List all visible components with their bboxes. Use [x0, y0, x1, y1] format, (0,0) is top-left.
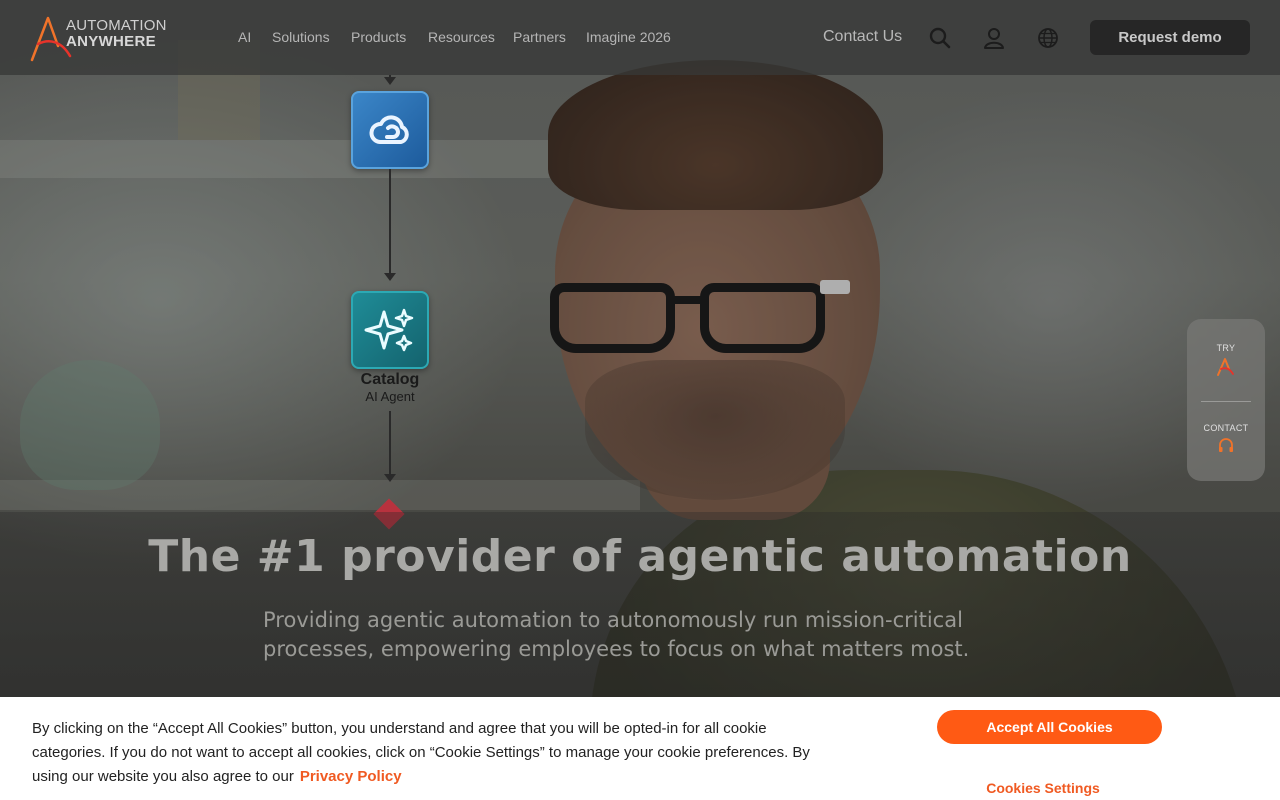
user-icon[interactable] — [982, 26, 1006, 50]
brand-name-line2: ANYWHERE — [66, 33, 156, 50]
flow-connector — [389, 169, 391, 275]
nav-item-products[interactable]: Products — [351, 29, 406, 45]
sparkles-icon — [364, 308, 414, 352]
globe-icon[interactable] — [1036, 26, 1060, 50]
contact-widget-button[interactable]: CONTACT — [1187, 423, 1265, 459]
try-label: TRY — [1216, 343, 1236, 353]
automation-anywhere-logo-icon — [1217, 358, 1234, 376]
cookie-banner: By clicking on the “Accept All Cookies” … — [0, 697, 1280, 800]
try-button[interactable]: TRY — [1187, 343, 1265, 381]
privacy-policy-link[interactable]: Privacy Policy — [300, 768, 402, 785]
cloud-icon — [369, 115, 409, 144]
cloud-node — [351, 91, 429, 169]
flow-connector — [389, 411, 391, 475]
cookies-settings-link[interactable]: Cookies Settings — [937, 780, 1149, 796]
nav-item-ai[interactable]: AI — [238, 29, 251, 45]
brand-logo[interactable]: AUTOMATION ANYWHERE — [28, 12, 168, 64]
cookie-message: By clicking on the “Accept All Cookies” … — [32, 717, 832, 789]
site-header: AUTOMATION ANYWHERE AI Solutions Product… — [0, 0, 1280, 75]
workflow-node-subtitle: AI Agent — [365, 389, 415, 404]
cookie-text: By clicking on the “Accept All Cookies” … — [32, 720, 810, 785]
nav-item-imagine-2026[interactable]: Imagine 2026 — [586, 29, 671, 45]
accept-all-cookies-button[interactable]: Accept All Cookies — [937, 710, 1162, 744]
flow-arrow — [384, 474, 396, 482]
flow-arrow — [384, 77, 396, 85]
hero-subtitle: Providing agentic automation to autonomo… — [263, 608, 970, 661]
ai-agent-node — [351, 291, 429, 369]
hero-title: The #1 provider of agentic automation — [148, 531, 1132, 582]
nav-item-partners[interactable]: Partners — [513, 29, 566, 45]
search-icon[interactable] — [928, 26, 952, 50]
request-demo-button[interactable]: Request demo — [1090, 20, 1250, 55]
widget-divider — [1201, 401, 1251, 402]
flow-arrow — [384, 273, 396, 281]
brand-name-line1: AUTOMATION — [66, 17, 167, 34]
side-widget: TRY CONTACT — [1187, 319, 1265, 481]
nav-item-resources[interactable]: Resources — [428, 29, 495, 45]
contact-us-link[interactable]: Contact Us — [823, 28, 902, 46]
workflow-node-title: Catalog — [360, 371, 420, 388]
contact-widget-label: CONTACT — [1203, 423, 1249, 433]
headset-icon — [1219, 438, 1233, 452]
nav-item-solutions[interactable]: Solutions — [272, 29, 330, 45]
